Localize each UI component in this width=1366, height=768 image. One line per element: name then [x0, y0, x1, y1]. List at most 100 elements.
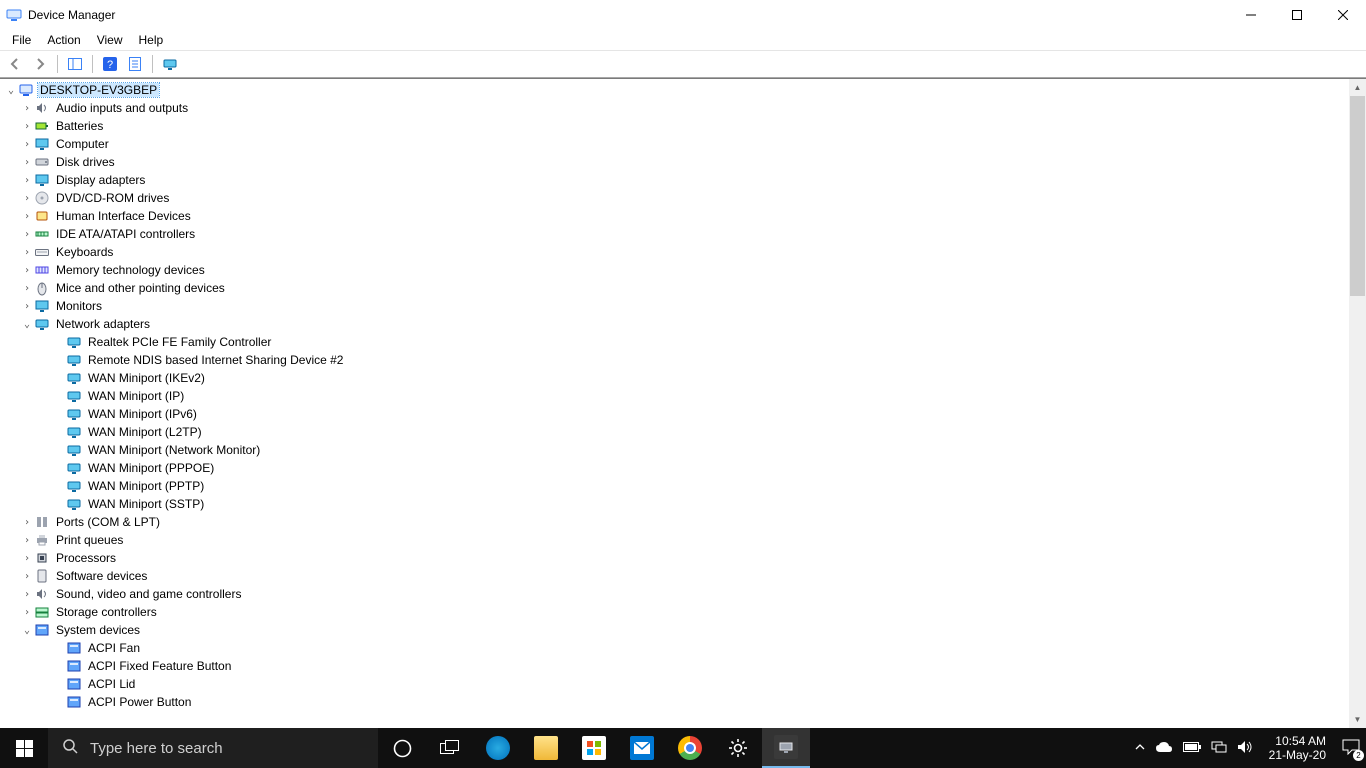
help-button[interactable]: ?	[99, 53, 121, 75]
expand-icon[interactable]: ›	[20, 283, 34, 294]
forward-button[interactable]	[29, 53, 51, 75]
expand-icon[interactable]: ›	[20, 103, 34, 114]
expand-icon[interactable]: ›	[20, 301, 34, 312]
tree-item-label: Ports (COM & LPT)	[54, 515, 162, 529]
expand-icon[interactable]: ›	[20, 193, 34, 204]
expand-icon[interactable]: ›	[20, 121, 34, 132]
tree-device[interactable]: WAN Miniport (PPTP)	[0, 477, 1349, 495]
properties-button[interactable]	[124, 53, 146, 75]
tray-network-icon[interactable]	[1211, 740, 1227, 757]
printer-icon	[34, 532, 50, 548]
tree-item-label: Computer	[54, 137, 111, 151]
expand-icon[interactable]: ›	[20, 535, 34, 546]
menubar: File Action View Help	[0, 30, 1366, 50]
expand-icon[interactable]: ›	[20, 607, 34, 618]
taskbar-app-mail[interactable]	[618, 728, 666, 768]
cortana-button[interactable]	[378, 728, 426, 768]
toolbar-separator	[57, 55, 58, 73]
scroll-up-arrow[interactable]: ▲	[1349, 79, 1366, 96]
tree-category[interactable]: ›Disk drives	[0, 153, 1349, 171]
tree-category[interactable]: › Keyboards	[0, 243, 1349, 261]
tree-category[interactable]: ›Storage controllers	[0, 603, 1349, 621]
tree-category[interactable]: › Computer	[0, 135, 1349, 153]
tree-device[interactable]: WAN Miniport (Network Monitor)	[0, 441, 1349, 459]
tree-category[interactable]: ›IDE ATA/ATAPI controllers	[0, 225, 1349, 243]
menu-view[interactable]: View	[89, 32, 131, 48]
tree-device[interactable]: Remote NDIS based Internet Sharing Devic…	[0, 351, 1349, 369]
close-button[interactable]	[1320, 0, 1366, 30]
expand-icon[interactable]: ›	[20, 247, 34, 258]
expand-icon[interactable]: ›	[20, 265, 34, 276]
minimize-button[interactable]	[1228, 0, 1274, 30]
expand-icon[interactable]: ›	[20, 211, 34, 222]
tree-device[interactable]: ACPI Fixed Feature Button	[0, 657, 1349, 675]
expand-icon[interactable]: ›	[20, 175, 34, 186]
taskbar-app-ie[interactable]	[474, 728, 522, 768]
collapse-icon[interactable]: ⌄	[20, 319, 34, 330]
tree-category[interactable]: ›Processors	[0, 549, 1349, 567]
tray-clock[interactable]: 10:54 AM 21-May-20	[1263, 734, 1332, 763]
menu-help[interactable]: Help	[131, 32, 172, 48]
tree-category[interactable]: ›Human Interface Devices	[0, 207, 1349, 225]
show-hide-tree-button[interactable]	[64, 53, 86, 75]
tree-category[interactable]: ›DVD/CD-ROM drives	[0, 189, 1349, 207]
expand-icon[interactable]: ›	[20, 589, 34, 600]
tree-item-label: Keyboards	[54, 245, 115, 259]
tray-chevron-icon[interactable]	[1135, 742, 1145, 755]
tree-category[interactable]: › Ports (COM & LPT)	[0, 513, 1349, 531]
menu-file[interactable]: File	[4, 32, 39, 48]
tree-device[interactable]: WAN Miniport (IPv6)	[0, 405, 1349, 423]
tray-volume-icon[interactable]	[1237, 740, 1253, 757]
taskbar-app-store[interactable]	[570, 728, 618, 768]
action-center-button[interactable]: 2	[1342, 739, 1360, 758]
tree-device[interactable]: ACPI Power Button	[0, 693, 1349, 711]
tree-category[interactable]: ›Memory technology devices	[0, 261, 1349, 279]
task-view-button[interactable]	[426, 728, 474, 768]
expand-icon[interactable]: ›	[20, 139, 34, 150]
tray-battery-icon[interactable]	[1183, 742, 1201, 755]
tree-device[interactable]: ACPI Lid	[0, 675, 1349, 693]
device-tree[interactable]: ⌄DESKTOP-EV3GBEP›Audio inputs and output…	[0, 79, 1349, 728]
tray-onedrive-icon[interactable]	[1155, 741, 1173, 756]
tree-device[interactable]: WAN Miniport (L2TP)	[0, 423, 1349, 441]
expand-icon[interactable]: ›	[20, 157, 34, 168]
vertical-scrollbar[interactable]: ▲ ▼	[1349, 79, 1366, 728]
taskbar-search[interactable]: Type here to search	[48, 728, 378, 768]
back-button[interactable]	[4, 53, 26, 75]
taskbar-app-device-manager[interactable]	[762, 728, 810, 768]
tree-category[interactable]: ›Display adapters	[0, 171, 1349, 189]
tree-device[interactable]: ACPI Fan	[0, 639, 1349, 657]
tree-category[interactable]: ⌄System devices	[0, 621, 1349, 639]
expand-icon[interactable]: ›	[20, 571, 34, 582]
scroll-down-arrow[interactable]: ▼	[1349, 711, 1366, 728]
network-icon	[66, 370, 82, 386]
tree-category[interactable]: ›Software devices	[0, 567, 1349, 585]
tree-category[interactable]: ›Audio inputs and outputs	[0, 99, 1349, 117]
taskbar-app-chrome[interactable]	[666, 728, 714, 768]
taskbar-app-settings[interactable]	[714, 728, 762, 768]
tree-category[interactable]: ›Monitors	[0, 297, 1349, 315]
tree-category[interactable]: ›Sound, video and game controllers	[0, 585, 1349, 603]
collapse-icon[interactable]: ⌄	[4, 85, 18, 96]
expand-icon[interactable]: ›	[20, 229, 34, 240]
expand-icon[interactable]: ›	[20, 517, 34, 528]
menu-action[interactable]: Action	[39, 32, 88, 48]
taskbar-app-explorer[interactable]	[522, 728, 570, 768]
collapse-icon[interactable]: ⌄	[20, 625, 34, 636]
tree-category[interactable]: ›Batteries	[0, 117, 1349, 135]
tree-category[interactable]: ›Mice and other pointing devices	[0, 279, 1349, 297]
maximize-button[interactable]	[1274, 0, 1320, 30]
tree-root[interactable]: ⌄DESKTOP-EV3GBEP	[0, 81, 1349, 99]
start-button[interactable]	[0, 728, 48, 768]
tree-device[interactable]: WAN Miniport (SSTP)	[0, 495, 1349, 513]
tree-device[interactable]: WAN Miniport (PPPOE)	[0, 459, 1349, 477]
tree-category[interactable]: ⌄Network adapters	[0, 315, 1349, 333]
tree-device[interactable]: WAN Miniport (IP)	[0, 387, 1349, 405]
scan-hardware-button[interactable]	[159, 53, 181, 75]
tree-category[interactable]: ›Print queues	[0, 531, 1349, 549]
tree-device[interactable]: Realtek PCIe FE Family Controller	[0, 333, 1349, 351]
expand-icon[interactable]: ›	[20, 553, 34, 564]
tree-device[interactable]: WAN Miniport (IKEv2)	[0, 369, 1349, 387]
scroll-thumb[interactable]	[1350, 96, 1365, 296]
toolbar-separator	[92, 55, 93, 73]
